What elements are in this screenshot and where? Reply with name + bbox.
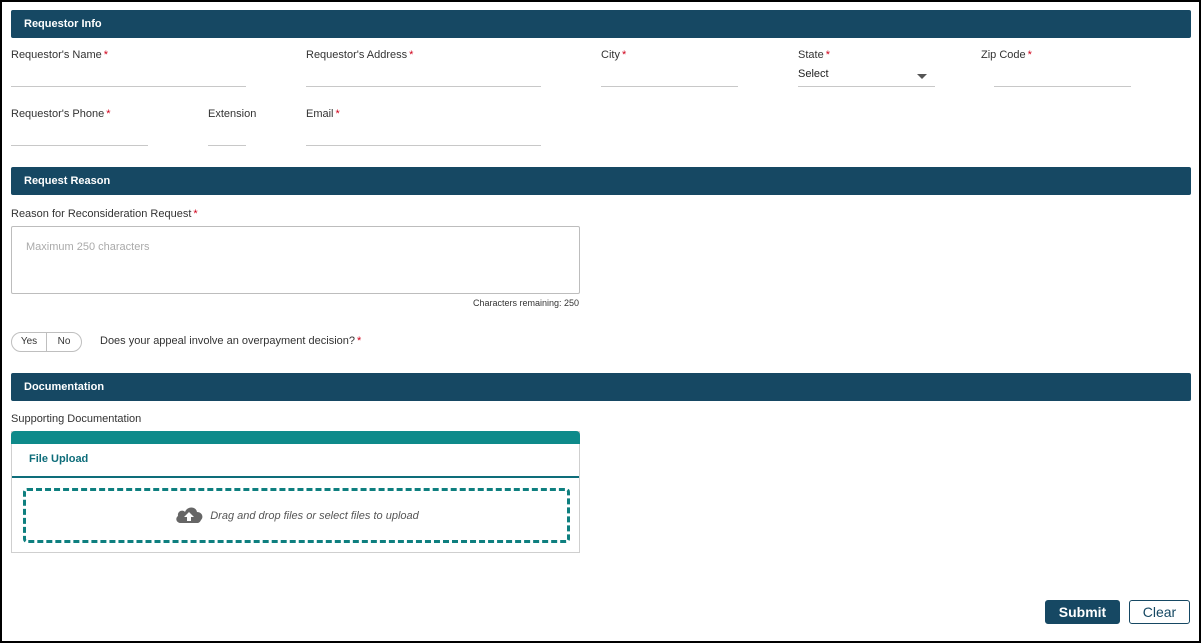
reason-textarea[interactable]: Maximum 250 characters: [11, 226, 580, 294]
extension-input[interactable]: [208, 145, 246, 146]
required-mark: *: [621, 49, 627, 61]
required-mark: *: [825, 49, 830, 61]
email-label: Email *: [306, 108, 340, 120]
zip-code-label-text: Zip Code: [981, 49, 1026, 61]
requestor-address-label: Requestor's Address *: [306, 49, 413, 61]
section-header-documentation: Documentation: [11, 373, 1191, 401]
overpayment-question-text: Does your appeal involve an overpayment …: [100, 335, 355, 347]
city-label-text: City: [601, 49, 620, 61]
reason-label-text: Reason for Reconsideration Request: [11, 208, 192, 220]
tab-file-upload[interactable]: File Upload: [29, 453, 88, 465]
requestor-phone-label: Requestor's Phone *: [11, 108, 111, 120]
required-mark: *: [193, 208, 198, 220]
required-mark: *: [106, 108, 111, 120]
cloud-upload-icon: [174, 504, 204, 527]
state-label: State *: [798, 49, 830, 61]
requestor-phone-label-text: Requestor's Phone: [11, 108, 105, 120]
section-header-request-reason: Request Reason: [11, 167, 1191, 195]
chevron-down-icon[interactable]: [917, 74, 927, 79]
extension-label: Extension: [208, 108, 257, 120]
overpayment-question: Does your appeal involve an overpayment …: [100, 335, 361, 347]
city-label: City *: [601, 49, 626, 61]
overpayment-toggle[interactable]: Yes No: [11, 332, 82, 352]
email-input[interactable]: [306, 145, 541, 146]
city-input[interactable]: [601, 86, 738, 87]
required-mark: *: [103, 49, 109, 61]
form-container: Requestor Info Requestor's Name * Request…: [0, 0, 1201, 643]
submit-button[interactable]: Submit: [1045, 600, 1120, 624]
requestor-address-label-text: Requestor's Address: [306, 49, 408, 61]
email-label-text: Email: [306, 108, 334, 120]
dropzone-text: Drag and drop files or select files to u…: [210, 509, 419, 522]
tab-underline: [12, 476, 579, 478]
reason-label: Reason for Reconsideration Request *: [11, 208, 198, 220]
zip-code-label: Zip Code *: [981, 49, 1032, 61]
required-mark: *: [357, 335, 362, 347]
file-dropzone[interactable]: Drag and drop files or select files to u…: [23, 488, 570, 543]
required-mark: *: [409, 49, 414, 61]
required-mark: *: [335, 108, 340, 120]
requestor-phone-input[interactable]: [11, 145, 148, 146]
state-select[interactable]: [798, 86, 935, 87]
zip-code-input[interactable]: [994, 86, 1131, 87]
toggle-yes-option[interactable]: Yes: [12, 333, 47, 351]
file-upload-panel: File Upload Drag and drop files or selec…: [11, 431, 580, 553]
required-mark: *: [1027, 49, 1032, 61]
clear-button[interactable]: Clear: [1129, 600, 1190, 624]
supporting-documentation-label: Supporting Documentation: [11, 413, 142, 425]
upload-panel-topbar: [11, 431, 580, 444]
requestor-name-input[interactable]: [11, 86, 246, 87]
state-select-value[interactable]: Select: [798, 68, 829, 80]
characters-remaining: Characters remaining: 250: [472, 298, 579, 308]
requestor-address-input[interactable]: [306, 86, 541, 87]
reason-placeholder: Maximum 250 characters: [26, 241, 150, 253]
requestor-name-label: Requestor's Name *: [11, 49, 108, 61]
section-header-requestor-info: Requestor Info: [11, 10, 1191, 38]
requestor-name-label-text: Requestor's Name: [11, 49, 102, 61]
state-label-text: State: [798, 49, 824, 61]
toggle-no-option[interactable]: No: [47, 333, 81, 351]
